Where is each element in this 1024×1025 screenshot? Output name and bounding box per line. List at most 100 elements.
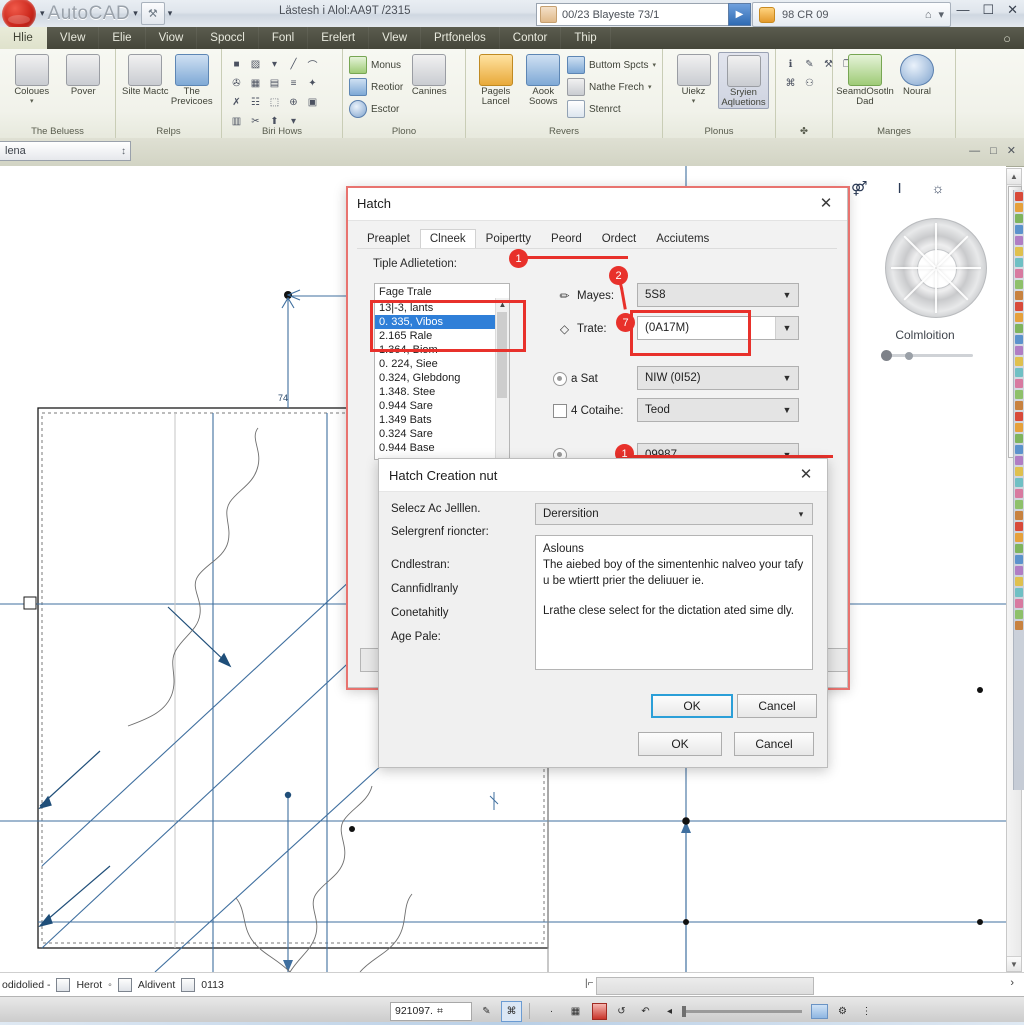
infocenter[interactable]: 98 CR 09 ⌂ ▾: [752, 2, 951, 27]
command-expand-icon[interactable]: ›: [1010, 977, 1014, 989]
scroll-down-arrow-icon[interactable]: ▼: [1007, 956, 1021, 971]
wheel-slider-knob[interactable]: [881, 350, 892, 361]
ribbon-small-icon-2-8[interactable]: ≡: [285, 75, 302, 92]
ribbon-tab-0[interactable]: Hlie: [0, 27, 47, 49]
person-walk-icon[interactable]: ⚤: [851, 180, 867, 197]
create-combo-chevron-down-icon[interactable]: ▾: [790, 509, 812, 520]
palette-swatch-36[interactable]: [1015, 588, 1023, 597]
palette-swatch-38[interactable]: [1015, 610, 1023, 619]
palette-swatch-10[interactable]: [1015, 302, 1023, 311]
status-undo-icon[interactable]: ↶: [636, 1002, 655, 1021]
ribbon-small-icon-2-0[interactable]: ■: [228, 56, 245, 73]
ribbon-tab-10[interactable]: Thip: [561, 27, 611, 49]
ribbon-tab-8[interactable]: Prtfonelos: [421, 27, 500, 49]
hatch-creation-dialog[interactable]: Hatch Creation nut ✕ Selecz Ac Jelllen. …: [378, 458, 828, 768]
ribbon-button-aook-soows-icon[interactable]: Aook Soows: [520, 52, 568, 107]
palette-swatch-13[interactable]: [1015, 335, 1023, 344]
palette-swatch-15[interactable]: [1015, 357, 1023, 366]
zoom-slider[interactable]: [682, 1005, 802, 1017]
palette-swatch-29[interactable]: [1015, 511, 1023, 520]
ribbon-small-icon-2-13[interactable]: ⊕: [285, 94, 302, 111]
ribbon-small-icon-2-2[interactable]: ▾: [266, 56, 283, 73]
wheel-slider[interactable]: [877, 350, 973, 361]
command-icon-2[interactable]: [117, 978, 132, 992]
status-tray-grid-icon[interactable]: ▦: [566, 1002, 585, 1021]
chevron-down-icon[interactable]: ▾: [692, 97, 696, 105]
palette-swatch-26[interactable]: [1015, 478, 1023, 487]
qat-overflow-caret-icon[interactable]: ▾: [168, 8, 173, 19]
ribbon-small-icon-6-6[interactable]: ⚇: [801, 75, 818, 92]
palette-swatch-9[interactable]: [1015, 291, 1023, 300]
create-dialog-close-icon[interactable]: ✕: [795, 467, 817, 482]
create-dialog-combo[interactable]: Derersition ▾: [535, 503, 813, 525]
palette-swatch-32[interactable]: [1015, 544, 1023, 553]
command-input[interactable]: [596, 977, 814, 995]
ribbon-small-button-reotior-icon[interactable]: Reotior: [349, 77, 403, 97]
doc-close-button[interactable]: ✕: [1007, 144, 1016, 157]
palette-swatch-0[interactable]: [1015, 192, 1023, 201]
status-zoom-out-icon[interactable]: ◂: [660, 1002, 679, 1021]
ribbon-small-icon-2-3[interactable]: ╱: [285, 56, 302, 73]
status-overflow-icon[interactable]: ⋮: [857, 1002, 876, 1021]
ribbon-small-icon-2-4[interactable]: ⌒: [304, 56, 321, 73]
ribbon-tab-5[interactable]: Fonl: [259, 27, 309, 49]
palette-swatch-7[interactable]: [1015, 269, 1023, 278]
create-cancel-button[interactable]: Cancel: [737, 694, 817, 718]
palette-swatch-24[interactable]: [1015, 456, 1023, 465]
palette-swatch-31[interactable]: [1015, 533, 1023, 542]
maximize-button[interactable]: ☐: [982, 3, 994, 16]
ribbon-tab-3[interactable]: Viow: [146, 27, 198, 49]
minimize-button[interactable]: —: [956, 3, 969, 16]
palette-swatch-14[interactable]: [1015, 346, 1023, 355]
infocenter-caret-icon[interactable]: ▾: [938, 8, 944, 21]
palette-swatch-22[interactable]: [1015, 434, 1023, 443]
ribbon-button-power-view-icon[interactable]: Pover: [58, 52, 110, 97]
command-icon-1[interactable]: [56, 978, 71, 992]
ribbon-tab-6[interactable]: Erelert: [308, 27, 370, 49]
status-button-dot[interactable]: ·: [542, 1002, 561, 1021]
palette-swatch-25[interactable]: [1015, 467, 1023, 476]
ribbon-small-button-nathe-frech-icon[interactable]: Nathe Frech ▾: [567, 77, 656, 97]
palette-swatch-4[interactable]: [1015, 236, 1023, 245]
doc-minimize-button[interactable]: —: [969, 145, 980, 157]
palette-swatch-2[interactable]: [1015, 214, 1023, 223]
palette-swatch-17[interactable]: [1015, 379, 1023, 388]
ribbon-tab-7[interactable]: Vlew: [369, 27, 422, 49]
status-tray-alert-icon[interactable]: [592, 1002, 607, 1020]
coordinates-display[interactable]: 921097. ⌗: [390, 1001, 472, 1021]
ribbon-tab-2[interactable]: Elie: [99, 27, 146, 49]
qat-caret-icon[interactable]: ▾: [40, 8, 45, 19]
palette-swatch-3[interactable]: [1015, 225, 1023, 234]
ribbon-small-button-menus-icon[interactable]: Monus: [349, 55, 403, 75]
app-logo-icon[interactable]: [2, 0, 36, 30]
palette-swatch-39[interactable]: [1015, 621, 1023, 630]
ribbon-small-icon-6-0[interactable]: ℹ: [782, 56, 799, 73]
ribbon-small-button-esctor-icon[interactable]: Esctor: [349, 99, 403, 119]
camera-icon[interactable]: ☼: [932, 180, 945, 197]
command-icon-3[interactable]: [181, 978, 196, 992]
palette-swatch-35[interactable]: [1015, 577, 1023, 586]
palette-swatch-20[interactable]: [1015, 412, 1023, 421]
ribbon-small-button-buttom-spcts-icon[interactable]: Buttom Spcts ▾: [567, 55, 656, 75]
palette-swatch-6[interactable]: [1015, 258, 1023, 267]
palette-swatch-12[interactable]: [1015, 324, 1023, 333]
ribbon-small-icon-2-1[interactable]: ▨: [247, 56, 264, 73]
ribbon-small-icon-2-14[interactable]: ▣: [304, 94, 321, 111]
palette-swatch-18[interactable]: [1015, 390, 1023, 399]
ribbon-tab-9[interactable]: Contor: [500, 27, 562, 49]
ribbon-tab-1[interactable]: VIew: [47, 27, 100, 49]
command-line-area[interactable]: odidolied - Herot ◦ Aldivent 0113 |⌐ ›: [0, 972, 1024, 997]
steering-wheel-icon[interactable]: [885, 218, 987, 318]
ribbon-small-icon-2-6[interactable]: ▦: [247, 75, 264, 92]
layer-selector[interactable]: lena ↕: [0, 141, 131, 161]
close-button[interactable]: ✕: [1007, 3, 1018, 16]
ribbon-button-canines-icon[interactable]: Canines: [403, 52, 455, 97]
status-fullscreen-icon[interactable]: [811, 1003, 828, 1019]
tool-palette[interactable]: [1013, 190, 1024, 790]
palette-swatch-37[interactable]: [1015, 599, 1023, 608]
ribbon-button-noural-icon[interactable]: Noural: [891, 52, 943, 97]
wheel-slider-knob-secondary[interactable]: [905, 352, 913, 360]
ribbon-small-icon-2-5[interactable]: ✇: [228, 75, 245, 92]
create-ok-button[interactable]: OK: [651, 694, 733, 718]
search-go-button[interactable]: ▶: [728, 3, 751, 26]
